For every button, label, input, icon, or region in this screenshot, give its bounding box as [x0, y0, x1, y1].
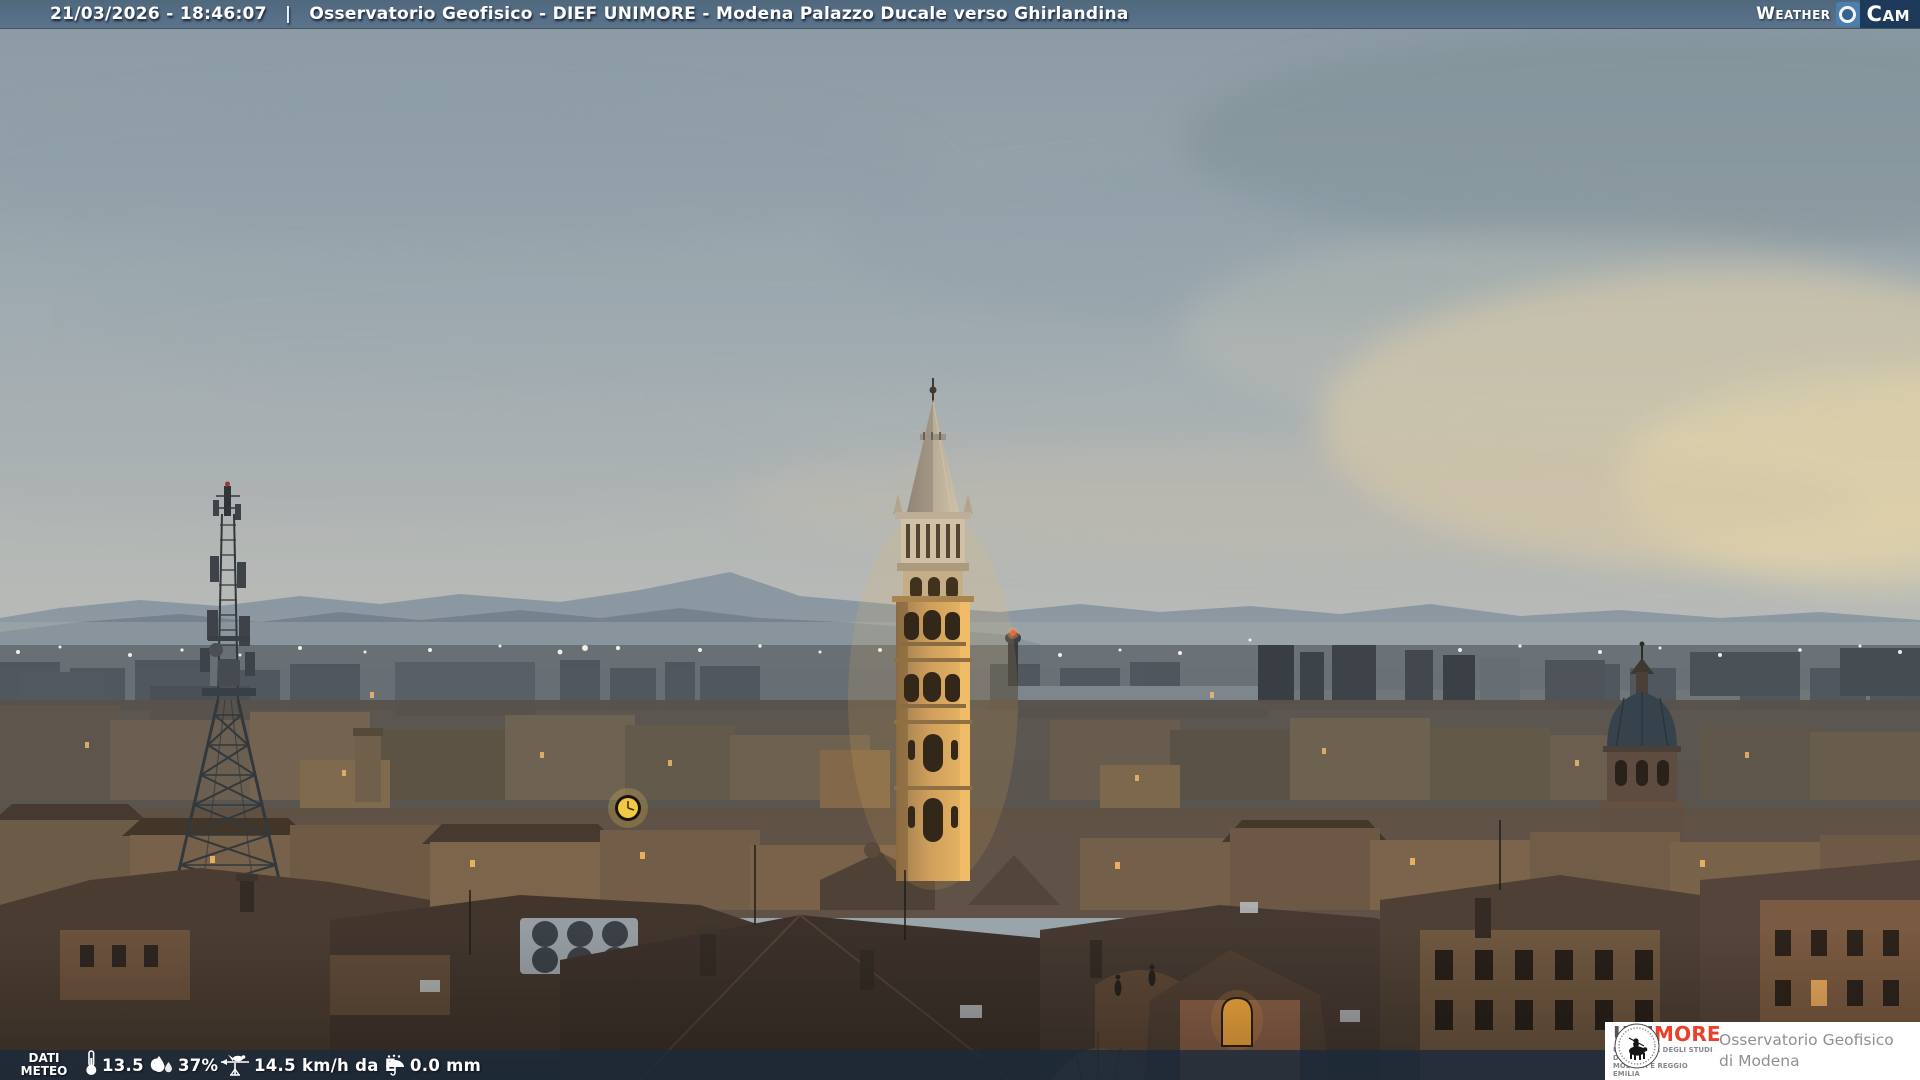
brand-more: MORE — [1654, 1022, 1721, 1046]
organization-name: Osservatorio Geofisico di Modena — [1719, 1030, 1894, 1072]
precipitation-value: 0.0 mm — [410, 1050, 481, 1080]
humidity-value: 37% — [178, 1050, 218, 1080]
unimore-logo-box: UNIMORE UNIVERSITÀ DEGLI STUDI DI MODENA… — [1605, 1022, 1920, 1080]
camera-title: Osservatorio Geofisico - DIEF UNIMORE - … — [309, 4, 1128, 24]
webcam-scene — [0, 0, 1920, 1080]
rain-umbrella-icon — [384, 1054, 406, 1076]
weathercam-cam-label: Cam — [1860, 0, 1920, 28]
wind-vane-icon — [220, 1054, 250, 1077]
weathercam-lens-icon — [1836, 2, 1860, 26]
humidity-drops-icon — [152, 1055, 174, 1075]
separator: | — [285, 4, 292, 24]
unimore-seal-icon — [1613, 1022, 1661, 1070]
header-bar: 21/03/2026 - 18:46:07 | Osservatorio Geo… — [0, 0, 1920, 29]
wind-value: 14.5 km/h da E — [254, 1050, 396, 1080]
weather-data-label: DATI METEO — [18, 1052, 70, 1078]
weathercam-weather-label: Weather — [1756, 4, 1830, 24]
weather-data-label-line2: METEO — [18, 1065, 70, 1078]
organization-line1: Osservatorio Geofisico — [1719, 1030, 1894, 1051]
timestamp: 21/03/2026 - 18:46:07 — [50, 4, 267, 24]
clock-face — [608, 788, 648, 828]
weathercam-logo: Weather Cam — [1756, 0, 1920, 28]
webcam-page: 21/03/2026 - 18:46:07 | Osservatorio Geo… — [0, 0, 1920, 1080]
thermometer-icon — [84, 1050, 98, 1076]
organization-line2: di Modena — [1719, 1051, 1894, 1072]
